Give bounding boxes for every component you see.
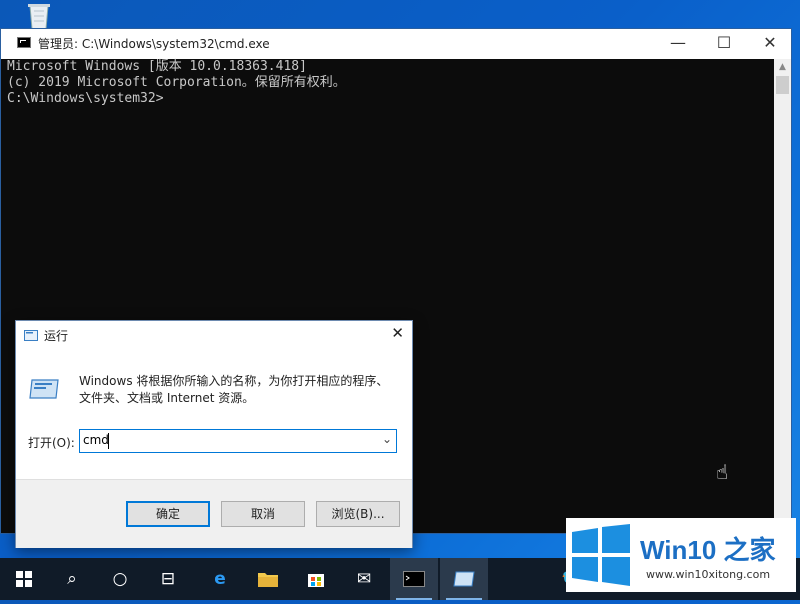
mail-icon[interactable]: ✉ <box>340 558 388 600</box>
minimize-button[interactable]: — <box>655 29 701 59</box>
recycle-bin-icon[interactable] <box>22 2 56 30</box>
task-view-icon[interactable]: ⊟ <box>144 558 192 600</box>
edge-icon[interactable]: e <box>196 558 244 600</box>
open-input-value[interactable]: cmd <box>83 433 109 447</box>
watermark-title: Win10 之家 <box>640 535 776 565</box>
run-app-icon <box>24 330 38 341</box>
watermark-url: www.win10xitong.com <box>646 568 771 581</box>
browse-button[interactable]: 浏览(B)... <box>316 501 400 527</box>
cmd-icon <box>17 37 31 48</box>
run-dialog-icon <box>29 379 59 399</box>
dialog-description: Windows 将根据你所输入的名称，为你打开相应的程序、文件夹、文档或 Int… <box>79 374 389 405</box>
windows-logo-icon <box>572 524 630 586</box>
hand-cursor-icon: ☝ <box>716 460 729 484</box>
store-icon[interactable] <box>292 558 340 600</box>
watermark: Win10 之家 www.win10xitong.com <box>566 518 796 592</box>
search-icon[interactable]: ⌕ <box>48 558 96 600</box>
dialog-title: 运行 <box>44 329 69 343</box>
scroll-thumb[interactable] <box>776 76 789 94</box>
console-line: Microsoft Windows [版本 10.0.18363.418] <box>7 59 307 74</box>
open-label: 打开(O): <box>28 436 75 450</box>
cmd-taskbar-icon[interactable] <box>390 558 438 600</box>
text-caret <box>108 433 109 449</box>
vertical-scrollbar[interactable]: ▲ <box>774 59 791 533</box>
cmd-window-title: 管理员: C:\Windows\system32\cmd.exe <box>38 37 270 51</box>
ok-button[interactable]: 确定 <box>126 501 210 527</box>
console-prompt: C:\Windows\system32> <box>7 91 164 106</box>
cmd-titlebar[interactable]: 管理员: C:\Windows\system32\cmd.exe — ☐ ✕ <box>1 29 791 59</box>
run-taskbar-icon[interactable] <box>440 558 488 600</box>
close-button[interactable]: ✕ <box>747 29 793 59</box>
run-dialog[interactable]: 运行 ✕ Windows 将根据你所输入的名称，为你打开相应的程序、文件夹、文档… <box>15 320 413 548</box>
close-icon[interactable]: ✕ <box>391 324 404 342</box>
open-combobox[interactable]: cmd ⌄ <box>79 429 397 453</box>
console-line: (c) 2019 Microsoft Corporation。保留所有权利。 <box>7 75 346 90</box>
explorer-icon[interactable] <box>244 558 292 600</box>
cancel-button[interactable]: 取消 <box>221 501 305 527</box>
cortana-icon[interactable]: ○ <box>96 558 144 600</box>
chevron-down-icon[interactable]: ⌄ <box>382 432 392 446</box>
scroll-up-arrow-icon[interactable]: ▲ <box>774 59 791 76</box>
maximize-button[interactable]: ☐ <box>701 29 747 59</box>
start-icon[interactable] <box>0 558 48 600</box>
